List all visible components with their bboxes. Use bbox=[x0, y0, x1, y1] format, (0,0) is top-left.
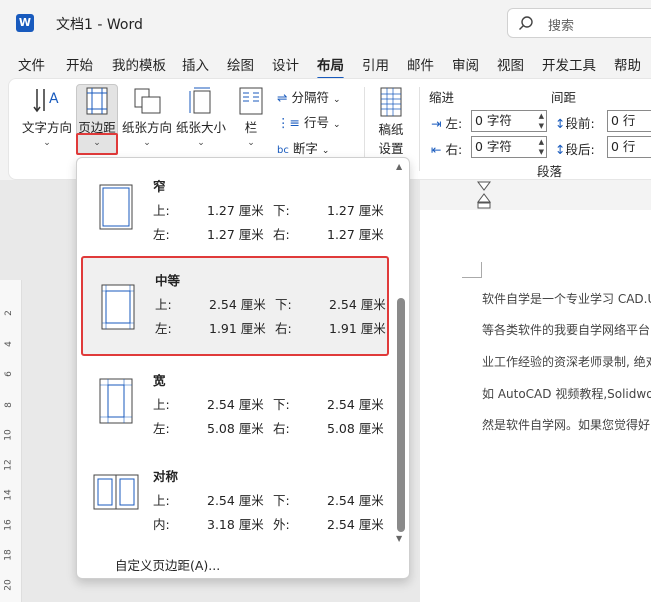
space-after-label: ↕段后: bbox=[555, 142, 595, 157]
scroll-thumb[interactable] bbox=[397, 298, 405, 532]
indent-right-field[interactable]: 0 字符 ▲ ▼ bbox=[471, 136, 547, 158]
word-logo-icon: W bbox=[16, 14, 34, 32]
tab-references[interactable]: 引用 bbox=[362, 54, 389, 74]
indent-right-label: ⇤ 右: bbox=[431, 142, 463, 157]
indent-left-label: ⇥ 左: bbox=[431, 116, 463, 131]
horizontal-ruler bbox=[420, 180, 651, 210]
tab-review[interactable]: 审阅 bbox=[452, 54, 479, 74]
scroll-down-icon[interactable]: ▼ bbox=[396, 534, 402, 543]
orientation-icon bbox=[134, 88, 161, 114]
text-direction-button[interactable]: A 文字方向 ⌄ bbox=[21, 87, 73, 148]
margin-option-wide[interactable]: 宽 上: 2.54 厘米 下: 2.54 厘米 左: 5.08 厘米 右: 5.… bbox=[81, 358, 389, 450]
hyphenation-button[interactable]: bc 断字 ⌄ bbox=[277, 138, 329, 157]
search-placeholder: 搜索 bbox=[548, 19, 575, 34]
margin-moderate-icon bbox=[101, 284, 135, 330]
tab-file[interactable]: 文件 bbox=[18, 54, 45, 74]
chevron-down-icon: ⌄ bbox=[247, 138, 255, 148]
document-line[interactable]: 等各类软件的我要自学网络平台 bbox=[482, 321, 650, 338]
draft-settings-button[interactable]: 稿纸 设置 bbox=[373, 87, 409, 157]
document-line[interactable]: 业工作经验的资深老师录制, 绝对 bbox=[482, 353, 651, 370]
columns-button[interactable]: 栏 ⌄ bbox=[235, 87, 267, 148]
margins-dropdown-highlight bbox=[76, 133, 118, 155]
hyphenation-icon: bc bbox=[277, 145, 289, 156]
draft-paper-icon bbox=[380, 87, 402, 117]
document-title: 文档1 - Word bbox=[56, 17, 143, 33]
margin-mirrored-icon bbox=[93, 474, 139, 510]
orientation-button[interactable]: 纸张方向 ⌄ bbox=[121, 87, 173, 148]
ribbon-tabs: 文件 开始 我的模板 插入 绘图 设计 布局 引用 邮件 审阅 视图 开发工具 … bbox=[0, 48, 651, 80]
line-numbers-icon: ⋮≡ bbox=[277, 115, 300, 130]
indent-marker-icon bbox=[477, 181, 491, 209]
tab-draw[interactable]: 绘图 bbox=[227, 54, 254, 74]
tab-layout[interactable]: 布局 bbox=[317, 54, 344, 80]
margins-dropdown: 窄 上: 1.27 厘米 下: 1.27 厘米 左: 1.27 厘米 右: 1.… bbox=[76, 157, 410, 579]
separator bbox=[419, 87, 420, 171]
tab-help[interactable]: 帮助 bbox=[614, 54, 641, 74]
chevron-down-icon: ⌄ bbox=[197, 138, 205, 148]
search-icon bbox=[519, 16, 533, 30]
chevron-down-icon: ⌄ bbox=[143, 138, 151, 148]
svg-text:A: A bbox=[49, 91, 59, 107]
breaks-button[interactable]: ⇌ 分隔符 ⌄ bbox=[277, 87, 341, 106]
size-button[interactable]: 纸张大小 ⌄ bbox=[175, 87, 227, 148]
spacing-label: 间距 bbox=[551, 90, 577, 105]
document-line[interactable]: 软件自学是一个专业学习 CAD.U bbox=[482, 290, 651, 307]
chevron-down-icon: ⌄ bbox=[43, 138, 51, 148]
tab-home[interactable]: 开始 bbox=[66, 54, 93, 74]
columns-icon bbox=[239, 87, 263, 115]
search-input[interactable]: 搜索 bbox=[507, 8, 651, 38]
tab-my-templates[interactable]: 我的模板 bbox=[112, 54, 166, 74]
vertical-ruler: 2 4 6 8 10 12 14 16 18 20 bbox=[0, 280, 22, 602]
margin-option-mirrored[interactable]: 对称 上: 2.54 厘米 下: 2.54 厘米 内: 3.18 厘米 外: 2… bbox=[81, 454, 389, 546]
margin-narrow-icon bbox=[99, 184, 133, 230]
margins-icon bbox=[86, 87, 108, 115]
indent-left-field[interactable]: 0 字符 ▲ ▼ bbox=[471, 110, 547, 132]
space-before-field[interactable]: 0 行 bbox=[607, 110, 651, 132]
dropdown-scrollbar[interactable]: ▲ ▼ bbox=[395, 162, 407, 546]
margin-option-narrow[interactable]: 窄 上: 1.27 厘米 下: 1.27 厘米 左: 1.27 厘米 右: 1.… bbox=[81, 164, 389, 256]
size-icon bbox=[189, 87, 211, 114]
custom-margins-button[interactable]: 自定义页边距(A)... bbox=[115, 555, 220, 574]
margin-corner-mark bbox=[462, 262, 482, 278]
breaks-icon: ⇌ bbox=[277, 90, 288, 105]
document-line[interactable]: 如 AutoCAD 视频教程,Solidworks bbox=[482, 385, 651, 402]
paragraph-group-label: 段落 bbox=[537, 164, 563, 179]
tab-view[interactable]: 视图 bbox=[497, 54, 524, 74]
document-line[interactable]: 然是软件自学网。如果您觉得好 bbox=[482, 416, 650, 433]
title-bar: W 文档1 - Word 搜索 bbox=[0, 0, 651, 46]
margin-option-moderate[interactable]: 中等 上: 2.54 厘米 下: 2.54 厘米 左: 1.91 厘米 右: 1… bbox=[81, 256, 389, 356]
space-after-field[interactable]: 0 行 bbox=[607, 136, 651, 158]
margin-wide-icon bbox=[99, 378, 133, 424]
tab-developer[interactable]: 开发工具 bbox=[542, 54, 596, 74]
line-numbers-button[interactable]: ⋮≡ 行号 ⌄ bbox=[277, 112, 341, 131]
text-direction-icon: A bbox=[33, 89, 59, 113]
tab-insert[interactable]: 插入 bbox=[182, 54, 209, 74]
tab-design[interactable]: 设计 bbox=[272, 54, 299, 74]
scroll-up-icon[interactable]: ▲ bbox=[396, 162, 402, 171]
document-page[interactable] bbox=[420, 210, 651, 602]
space-before-label: ↕段前: bbox=[555, 116, 595, 131]
indent-label: 缩进 bbox=[429, 90, 455, 105]
tab-mailings[interactable]: 邮件 bbox=[407, 54, 434, 74]
